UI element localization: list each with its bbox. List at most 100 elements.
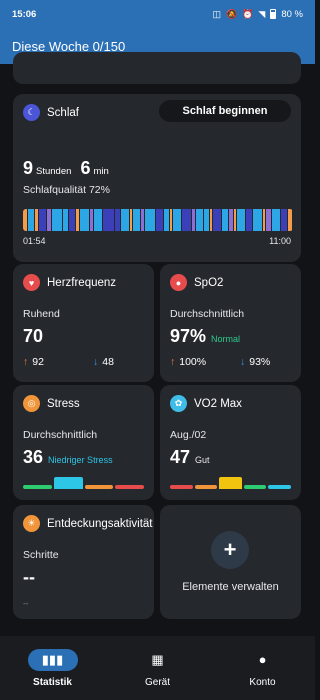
sleep-stage-segment [266,209,272,231]
sleep-duration: 9 Stunden 6 min [23,158,113,179]
sleep-stage-segment [280,209,288,231]
stress-level-bar [23,477,144,489]
nfc-icon: ◫ [212,8,221,19]
sleep-stage-segment [68,209,76,231]
sun-icon: ☀ [23,515,40,532]
sleep-stage-segment [173,209,181,231]
manage-elements-label: Elemente verwalten [182,581,279,593]
discovery-sub: -- [23,599,29,608]
dashboard: ☾ Schlaf Schlaf beginnen 9 Stunden 6 min S… [0,52,315,636]
heart-rate-title: ♥ Herzfrequenz [23,274,116,291]
vo2max-value: 47 [170,447,191,467]
chart-icon: ▮▮▮ [27,648,78,671]
level-segment [23,485,52,489]
sleep-hours: 9 [23,158,34,178]
grid-icon: ▦ [151,651,164,667]
sleep-stage-segment [288,209,292,231]
nav-geraet[interactable]: ▦ Gerät [105,636,210,700]
sleep-stage-segment [262,209,266,231]
sleep-minutes: 6 [80,158,91,178]
sleep-stage-segment [89,209,94,231]
stress-status: Niedriger Stress [48,455,113,465]
nav-konto[interactable]: ● Konto [210,636,315,700]
vo2max-value-row: 47 Gut [170,447,210,468]
vo2max-level-bar [170,477,291,489]
sleep-hours-unit: Stunden [36,166,72,177]
nav-geraet-label: Gerät [144,676,170,688]
status-icons: ◫ 🔕 ⏰ ◥ 80 % [212,9,303,20]
spo2-max: ↑ 100% [170,356,207,368]
discovery-title: ☀ Entdeckungsaktivität [23,515,152,532]
sleep-stage-segment [47,209,51,231]
manage-elements-card[interactable]: + Elemente verwalten [160,505,301,619]
sleep-start-time: 01:54 [23,236,46,246]
spo2-label: Durchschnittlich [170,308,245,320]
vo2-icon: ✿ [170,395,187,412]
vo2max-status: Gut [195,455,210,465]
start-sleep-button[interactable]: Schlaf beginnen [159,100,291,122]
sleep-card[interactable]: ☾ Schlaf Schlaf beginnen 9 Stunden 6 min S… [13,94,301,262]
stress-value: 36 [23,447,44,467]
level-segment [53,477,83,489]
stress-label: Durchschnittlich [23,429,98,441]
vo2max-card[interactable]: ✿ VO2 Max Aug./02 47 Gut [160,385,301,500]
sleep-stage-segment [169,209,173,231]
level-segment [243,485,267,489]
sleep-stage-segment [145,209,156,231]
sleep-stage-segment [221,209,228,231]
heart-rate-label: Ruhend [23,308,60,320]
sleep-stage-segment [228,209,233,231]
bottom-nav: ▮▮▮ Statistik ▦ Gerät ● Konto [0,636,315,700]
nav-konto-label: Konto [249,676,276,688]
sleep-stage-segment [38,209,47,231]
spo2-min: ↓ 93% [240,356,271,368]
stress-card[interactable]: ◎ Stress Durchschnittlich 36 Niedriger S… [13,385,154,500]
arrow-down-icon: ↓ [93,356,99,368]
heart-rate-max: ↑ 92 [23,356,44,368]
level-segment [219,477,242,489]
previous-card[interactable] [13,52,301,84]
sleep-stage-segment [35,209,38,231]
nav-statistik-label: Statistik [33,676,72,688]
sleep-stage-segment [253,209,262,231]
sleep-stage-segment [23,209,27,231]
sleep-stage-segment [272,209,280,231]
sleep-stages-bar[interactable] [23,209,293,231]
plus-icon[interactable]: + [211,531,249,569]
sleep-stage-segment [156,209,163,231]
level-segment [84,485,114,489]
sleep-stage-segment [79,209,89,231]
sleep-stage-segment [209,209,213,231]
alarm-icon: ⏰ [242,8,254,19]
status-bar: 15:06 ◫ 🔕 ⏰ ◥ 80 % [0,0,315,28]
battery-level: 80 % [281,8,303,20]
sleep-stage-segment [237,209,245,231]
arrow-up-icon: ↑ [23,356,29,368]
level-segment [170,485,193,489]
sleep-stage-segment [115,209,121,231]
sleep-stage-segment [203,209,209,231]
spo2-value-row: 97% Normal [170,326,240,347]
sleep-stage-segment [76,209,79,231]
wifi-icon: ◥ [258,8,266,19]
level-segment [268,485,291,489]
sleep-stage-segment [94,209,102,231]
discovery-label: Schritte [23,549,59,561]
stress-title: ◎ Stress [23,395,80,412]
nav-statistik[interactable]: ▮▮▮ Statistik [0,636,105,700]
sleep-stage-segment [27,209,35,231]
battery-icon [270,9,277,19]
discovery-card[interactable]: ☀ Entdeckungsaktivität Schritte -- -- [13,505,154,619]
sleep-stage-segment [196,209,203,231]
sleep-stage-segment [51,209,62,231]
heart-rate-card[interactable]: ♥ Herzfrequenz Ruhend 70 ↑ 92 ↓ 48 [13,264,154,382]
sleep-stage-segment [163,209,169,231]
sleep-stage-segment [121,209,129,231]
sleep-stage-segment [233,209,237,231]
sleep-stage-segment [129,209,133,231]
sleep-stage-segment [133,209,140,231]
spo2-card[interactable]: ● SpO2 Durchschnittlich 97% Normal ↑ 100… [160,264,301,382]
sleep-minutes-unit: min [93,166,109,177]
sleep-stage-segment [245,209,253,231]
sleep-stage-segment [62,209,68,231]
